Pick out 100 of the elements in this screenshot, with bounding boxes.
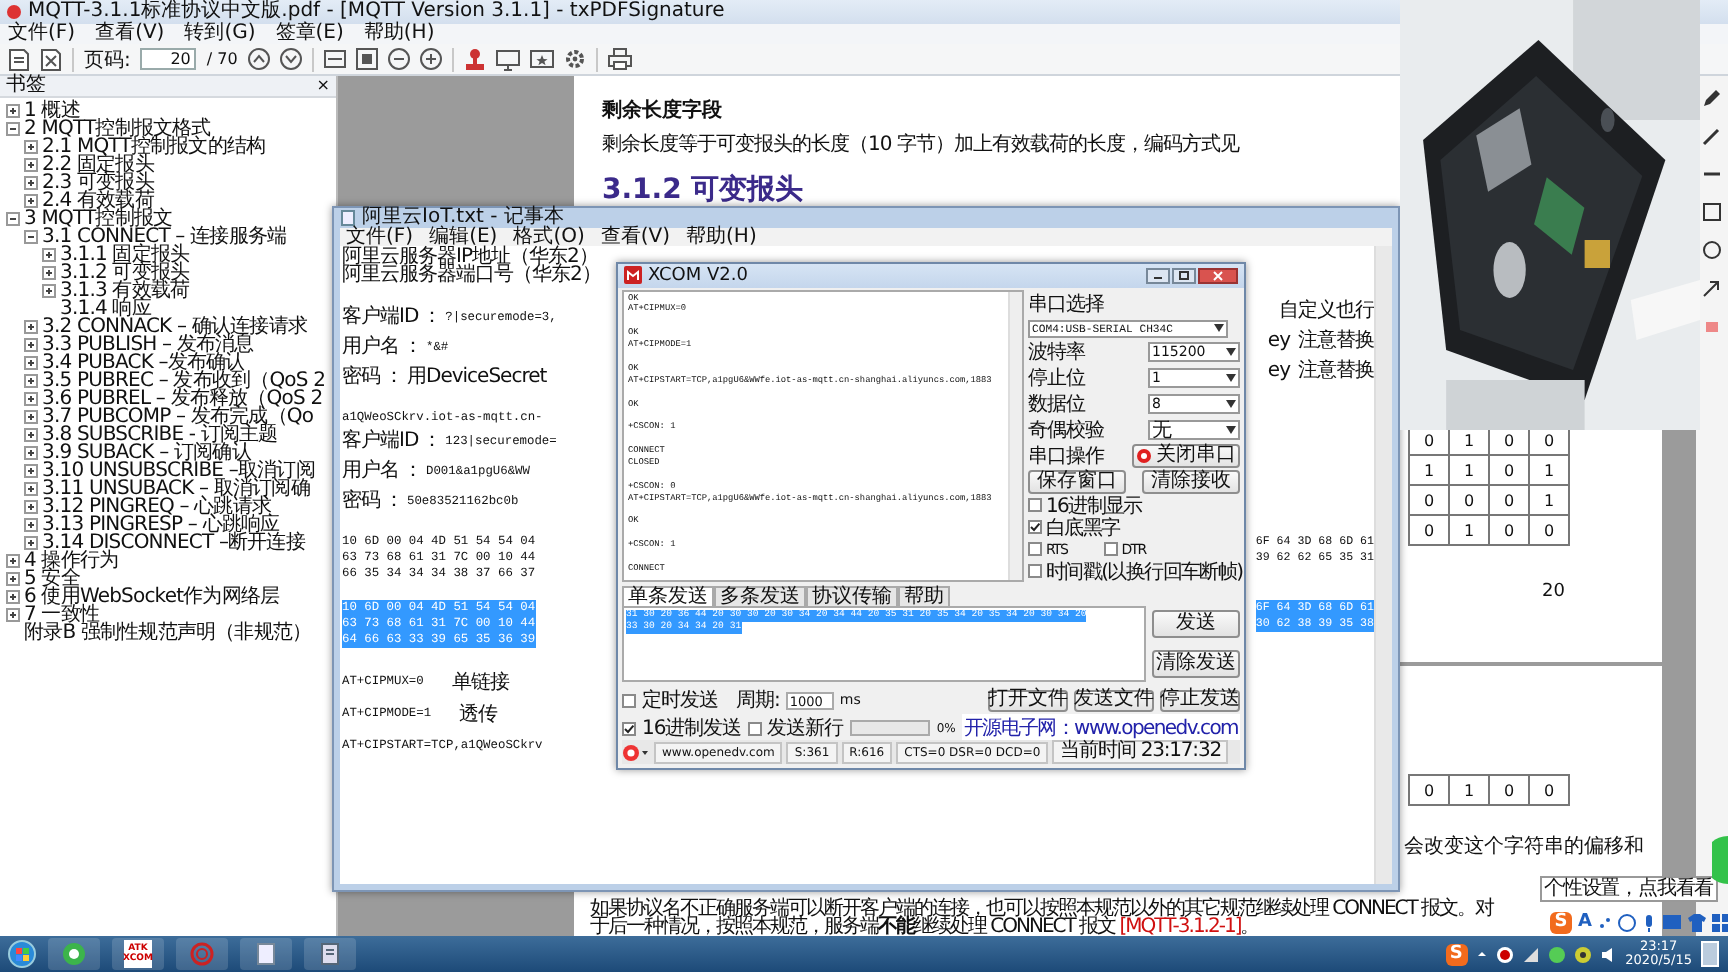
bookmark-item[interactable]: 3.9 SUBACK – 订阅确认 bbox=[42, 444, 251, 462]
bookmark-item[interactable]: 3.7 PUBCOMP – 发布完成（Qo bbox=[42, 408, 314, 426]
bookmark-item[interactable]: 4 操作行为 bbox=[24, 552, 119, 570]
settings-icon[interactable] bbox=[563, 48, 586, 70]
monitor-icon[interactable] bbox=[495, 47, 520, 71]
menu-item[interactable]: 帮助(H) bbox=[363, 24, 435, 44]
checkbox[interactable] bbox=[1028, 498, 1042, 513]
bookmark-item[interactable]: 3.1.3 有效载荷 bbox=[60, 282, 190, 300]
expand-toggle[interactable] bbox=[24, 464, 38, 478]
grid-icon[interactable] bbox=[1711, 913, 1728, 931]
expand-toggle[interactable] bbox=[24, 410, 38, 424]
checkbox[interactable] bbox=[747, 721, 762, 735]
bookmark-item[interactable]: 2.2 固定报头 bbox=[42, 156, 154, 174]
close-document-icon[interactable] bbox=[40, 47, 62, 71]
minimize-icon[interactable] bbox=[1146, 267, 1170, 284]
expand-toggle[interactable] bbox=[24, 338, 38, 352]
checkbox[interactable] bbox=[622, 721, 636, 735]
expand-toggle[interactable] bbox=[24, 536, 38, 550]
menu-item[interactable]: 格式(O) bbox=[513, 228, 585, 246]
bookmark-item[interactable]: 3.12 PINGREQ – 心跳请求 bbox=[42, 498, 272, 516]
menu-item[interactable]: 查看(V) bbox=[95, 24, 165, 44]
website-link[interactable]: 开源电子网：www.openedv.com bbox=[961, 714, 1240, 742]
expand-toggle[interactable] bbox=[6, 104, 20, 118]
expand-toggle[interactable] bbox=[24, 176, 38, 190]
bookmark-item[interactable]: 2.3 可变报头 bbox=[42, 174, 154, 192]
checkbox[interactable] bbox=[1028, 520, 1042, 535]
bookmark-item[interactable]: 5 安全 bbox=[24, 570, 80, 588]
bookmark-item[interactable]: 3.8 SUBSCRIBE - 订阅主题 bbox=[42, 426, 278, 444]
shirt-icon[interactable] bbox=[1687, 913, 1706, 931]
bookmark-item[interactable]: 2.1 MQTT控制报文的结构 bbox=[42, 138, 266, 156]
taskbar-app[interactable] bbox=[304, 938, 356, 970]
menu-item[interactable]: 签章(E) bbox=[275, 24, 344, 44]
expand-toggle[interactable] bbox=[24, 392, 38, 406]
eye-icon[interactable] bbox=[1573, 945, 1592, 963]
bookmark-item[interactable]: 3.1.4 响应 bbox=[60, 300, 151, 318]
expand-toggle[interactable] bbox=[42, 284, 56, 298]
expand-toggle[interactable] bbox=[24, 158, 38, 172]
send-button[interactable]: 发送 bbox=[1152, 609, 1240, 638]
checkbox[interactable] bbox=[1103, 542, 1118, 557]
file-button[interactable]: 发送文件 bbox=[1074, 689, 1154, 711]
bookmark-item[interactable]: 2 MQTT控制报文格式 bbox=[24, 120, 211, 138]
menu-item[interactable]: 编辑(E) bbox=[429, 228, 498, 246]
bookmark-item[interactable]: 3.1.1 固定报头 bbox=[60, 246, 190, 264]
bookmark-item[interactable]: 3.6 PUBREL – 发布释放（QoS 2 bbox=[42, 390, 323, 408]
ime-mode[interactable]: A bbox=[1578, 912, 1592, 932]
expand-toggle[interactable] bbox=[6, 608, 20, 622]
expand-toggle[interactable] bbox=[24, 518, 38, 532]
bookmark-item[interactable]: 3.5 PUBREC – 发布收到（QoS 2 bbox=[42, 372, 326, 390]
setting-dropdown[interactable]: 无 bbox=[1148, 419, 1240, 440]
speaker-icon[interactable] bbox=[1599, 945, 1618, 963]
scrollbar[interactable] bbox=[1008, 291, 1022, 580]
bookmark-item[interactable]: 3.10 UNSUBSCRIBE –取消订阅 bbox=[42, 462, 315, 480]
close-icon[interactable] bbox=[1198, 267, 1238, 284]
scrollbar[interactable] bbox=[1374, 246, 1392, 884]
fit-page-icon[interactable] bbox=[355, 48, 378, 70]
bookmark-item[interactable]: 1 概述 bbox=[24, 102, 80, 120]
expand-toggle[interactable] bbox=[24, 482, 38, 496]
expand-toggle[interactable] bbox=[6, 554, 20, 568]
expand-toggle[interactable] bbox=[24, 374, 38, 388]
document-icon[interactable] bbox=[8, 47, 30, 71]
show-desktop-icon[interactable] bbox=[1700, 940, 1720, 968]
bookmark-item[interactable]: 附录B 强制性规范声明（非规范） bbox=[24, 624, 312, 642]
expand-toggle[interactable] bbox=[24, 446, 38, 460]
start-icon[interactable] bbox=[8, 940, 36, 968]
taskbar-app[interactable] bbox=[240, 938, 292, 970]
tab[interactable]: 单条发送 bbox=[622, 585, 714, 606]
circle-icon[interactable] bbox=[1702, 240, 1722, 260]
star-monitor-icon[interactable] bbox=[529, 47, 554, 71]
expand-toggle[interactable] bbox=[24, 356, 38, 370]
file-button[interactable]: 停止发送 bbox=[1160, 689, 1240, 711]
menu-item[interactable]: 查看(V) bbox=[600, 228, 671, 246]
menu-item[interactable]: 文件(F) bbox=[346, 228, 414, 246]
bookmark-item[interactable]: 3.2 CONNACK – 确认连接请求 bbox=[42, 318, 307, 336]
panel-button[interactable]: 保存窗口 bbox=[1028, 469, 1126, 494]
fit-width-icon[interactable] bbox=[323, 48, 346, 70]
panel-button[interactable]: 清除接收 bbox=[1142, 469, 1240, 494]
expand-toggle[interactable] bbox=[6, 572, 20, 586]
checkbox[interactable] bbox=[622, 693, 636, 707]
printer-icon[interactable] bbox=[607, 48, 632, 70]
bookmark-item[interactable]: 3.1 CONNECT – 连接服务端 bbox=[42, 228, 287, 246]
bookmark-item[interactable]: 7 一致性 bbox=[24, 606, 100, 624]
taskbar-app[interactable] bbox=[48, 938, 100, 970]
close-port-button[interactable]: 关闭串口 bbox=[1132, 443, 1240, 468]
expand-toggle[interactable] bbox=[24, 500, 38, 514]
menu-item[interactable]: 文件(F) bbox=[8, 24, 76, 44]
pencil-icon[interactable] bbox=[1702, 126, 1722, 146]
caret-icon[interactable] bbox=[1475, 948, 1488, 960]
bookmark-item[interactable]: 3.3 PUBLISH – 发布消息 bbox=[42, 336, 254, 354]
expand-toggle[interactable] bbox=[42, 248, 56, 262]
stamp-icon[interactable] bbox=[463, 47, 486, 71]
tab[interactable]: 帮助 bbox=[898, 585, 950, 606]
expand-toggle[interactable] bbox=[6, 212, 20, 226]
expand-toggle[interactable] bbox=[24, 194, 38, 208]
tab[interactable]: 协议传输 bbox=[806, 585, 898, 606]
expand-toggle[interactable] bbox=[24, 428, 38, 442]
square-icon[interactable] bbox=[1702, 202, 1722, 222]
arrow-icon[interactable] bbox=[1702, 278, 1722, 298]
checkbox[interactable] bbox=[1028, 542, 1042, 557]
bookmark-item[interactable]: 6 使用WebSocket作为网络层 bbox=[24, 588, 280, 606]
expand-toggle[interactable] bbox=[24, 320, 38, 334]
